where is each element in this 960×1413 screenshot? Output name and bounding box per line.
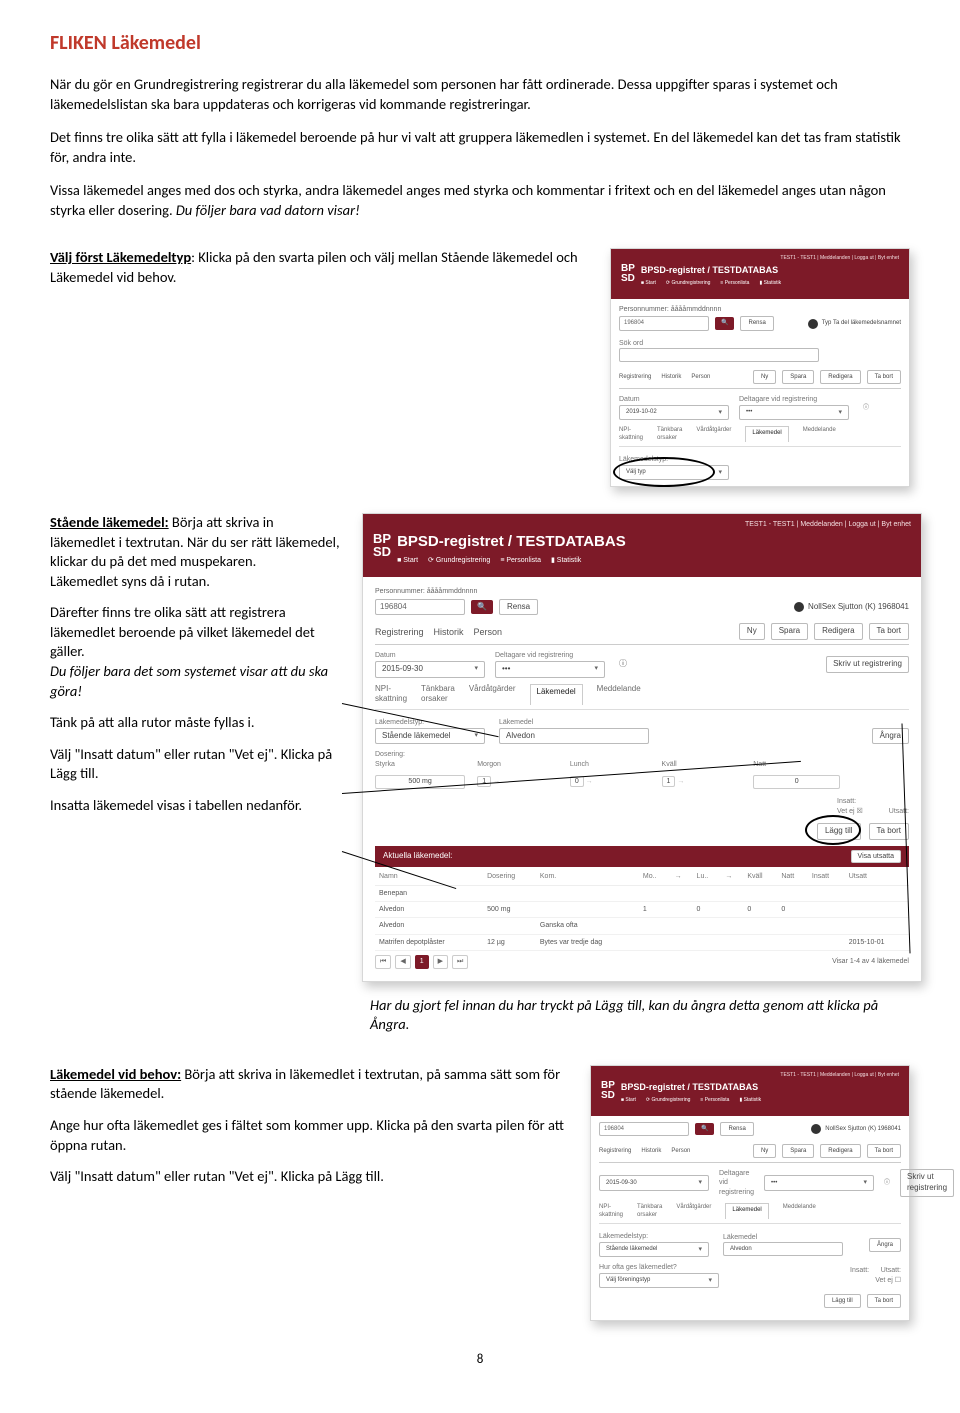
- deltagare-select-big[interactable]: •••▾: [495, 661, 605, 678]
- laggtill-button[interactable]: Lägg till: [817, 823, 861, 840]
- redigera-button-big[interactable]: Redigera: [814, 623, 862, 640]
- lakemedel-input-sm3[interactable]: Alvedon: [723, 1242, 843, 1256]
- spara-button[interactable]: Spara: [782, 370, 814, 384]
- datum-select-sm3[interactable]: 2015-09-30▾: [599, 1175, 709, 1190]
- lakemedel-input[interactable]: Alvedon: [499, 728, 649, 745]
- staende-paragraph-4: Välj "Insatt datum" eller rutan "Vet ej"…: [50, 745, 340, 784]
- personnr-input-sm3[interactable]: 196804: [599, 1122, 689, 1136]
- hurofta-select[interactable]: Välj föreningstyp▾: [599, 1273, 719, 1288]
- table-row: Benepan: [375, 885, 909, 901]
- lakemedelstyp-select-sm3[interactable]: Stående läkemedel▾: [599, 1242, 709, 1257]
- staende-paragraph-2: Därefter finns tre olika sätt att regist…: [50, 603, 340, 701]
- table-row: Alvedon500 mg1000: [375, 901, 909, 917]
- ny-button[interactable]: Ny: [753, 370, 776, 384]
- datum-select-big[interactable]: 2015-09-30▾: [375, 661, 485, 678]
- staende-paragraph-1: Stående läkemedel: Börja att skriva in l…: [50, 513, 340, 591]
- kvall-input[interactable]: 1: [662, 776, 676, 787]
- behov-paragraph-3: Välj "Insatt datum" eller rutan "Vet ej"…: [50, 1167, 572, 1187]
- search-button-sm3[interactable]: 🔍: [695, 1123, 714, 1135]
- deltagare-select[interactable]: •••▾: [739, 405, 849, 420]
- intro-paragraph-3: Vissa läkemedel anges med dos och styrka…: [50, 181, 910, 220]
- postnote: Har du gjort fel innan du har tryckt på …: [370, 996, 910, 1035]
- table-row: Matrifen depotplåster12 µgBytes var tred…: [375, 934, 909, 950]
- lakemedel-table: NamnDoseringKom. Mo..→Lu..→ KvällNatt In…: [375, 869, 909, 951]
- rensa-button-big[interactable]: Rensa: [499, 599, 538, 616]
- tabort-button-big[interactable]: Ta bort: [869, 623, 909, 640]
- styrka-input[interactable]: 500 mg: [375, 775, 465, 788]
- tabort-button[interactable]: Ta bort: [867, 370, 901, 384]
- datum-select[interactable]: 2019-10-02▾: [619, 405, 729, 420]
- tabort2-button[interactable]: Ta bort: [869, 823, 909, 840]
- screenshot-lakemedeltyp: TEST1 - TEST1 | Meddelanden | Logga ut |…: [610, 248, 910, 487]
- tabort-button-sm3[interactable]: Ta bort: [867, 1294, 901, 1308]
- staende-paragraph-3: Tänk på att alla rutor måste fyllas i.: [50, 713, 340, 733]
- lakemedelstyp-select[interactable]: Välj typ▾: [619, 465, 729, 480]
- page-number: 8: [50, 1351, 910, 1369]
- skrivut-button-sm3[interactable]: Skriv ut registrering: [900, 1169, 954, 1197]
- rensa-button[interactable]: Rensa: [740, 316, 773, 330]
- redigera-button[interactable]: Redigera: [820, 370, 860, 384]
- page-title: FLIKEN Läkemedel: [50, 30, 910, 57]
- angra-button-sm3[interactable]: Ångra: [869, 1238, 901, 1252]
- lunch-input[interactable]: 0: [570, 776, 584, 787]
- personnr-input-big[interactable]: 196804: [375, 599, 465, 616]
- rensa-button-sm3[interactable]: Rensa: [720, 1122, 753, 1136]
- spara-button-big[interactable]: Spara: [771, 623, 808, 640]
- deltagare-select-sm3[interactable]: •••▾: [764, 1175, 874, 1190]
- intro-paragraph-1: När du gör en Grundregistrering registre…: [50, 75, 910, 114]
- search-button-big[interactable]: 🔍: [471, 600, 493, 615]
- personnr-input[interactable]: 196804: [619, 316, 709, 330]
- lakemedelstyp-select-big[interactable]: Stående läkemedel▾: [375, 728, 485, 745]
- visa-utsatta-button[interactable]: Visa utsatta: [851, 850, 901, 863]
- ny-button-big[interactable]: Ny: [739, 623, 765, 640]
- screenshot-staende: TEST1 - TEST1 | Meddelanden | Logga ut |…: [362, 513, 922, 982]
- staende-paragraph-5: Insatta läkemedel visas i tabellen nedan…: [50, 796, 340, 816]
- search-button[interactable]: 🔍: [715, 317, 734, 329]
- behov-paragraph-2: Ange hur ofta läkemedlet ges i fältet so…: [50, 1116, 572, 1155]
- behov-paragraph-1: Läkemedel vid behov: Börja att skriva in…: [50, 1065, 572, 1104]
- step1-paragraph: Välj först Läkemedeltyp: Klicka på den s…: [50, 248, 592, 287]
- natt-input[interactable]: 0: [753, 775, 840, 788]
- laggtill-button-sm3[interactable]: Lägg till: [824, 1294, 861, 1308]
- screenshot-vidbehov: TEST1 - TEST1 | Meddelanden | Logga ut |…: [590, 1065, 910, 1321]
- intro-paragraph-2: Det finns tre olika sätt att fylla i läk…: [50, 128, 910, 167]
- angra-button[interactable]: Ångra: [872, 728, 909, 745]
- skrivut-button[interactable]: Skriv ut registrering: [826, 656, 909, 673]
- table-row: AlvedonGanska ofta: [375, 918, 909, 934]
- morgon-input[interactable]: 1: [477, 776, 491, 787]
